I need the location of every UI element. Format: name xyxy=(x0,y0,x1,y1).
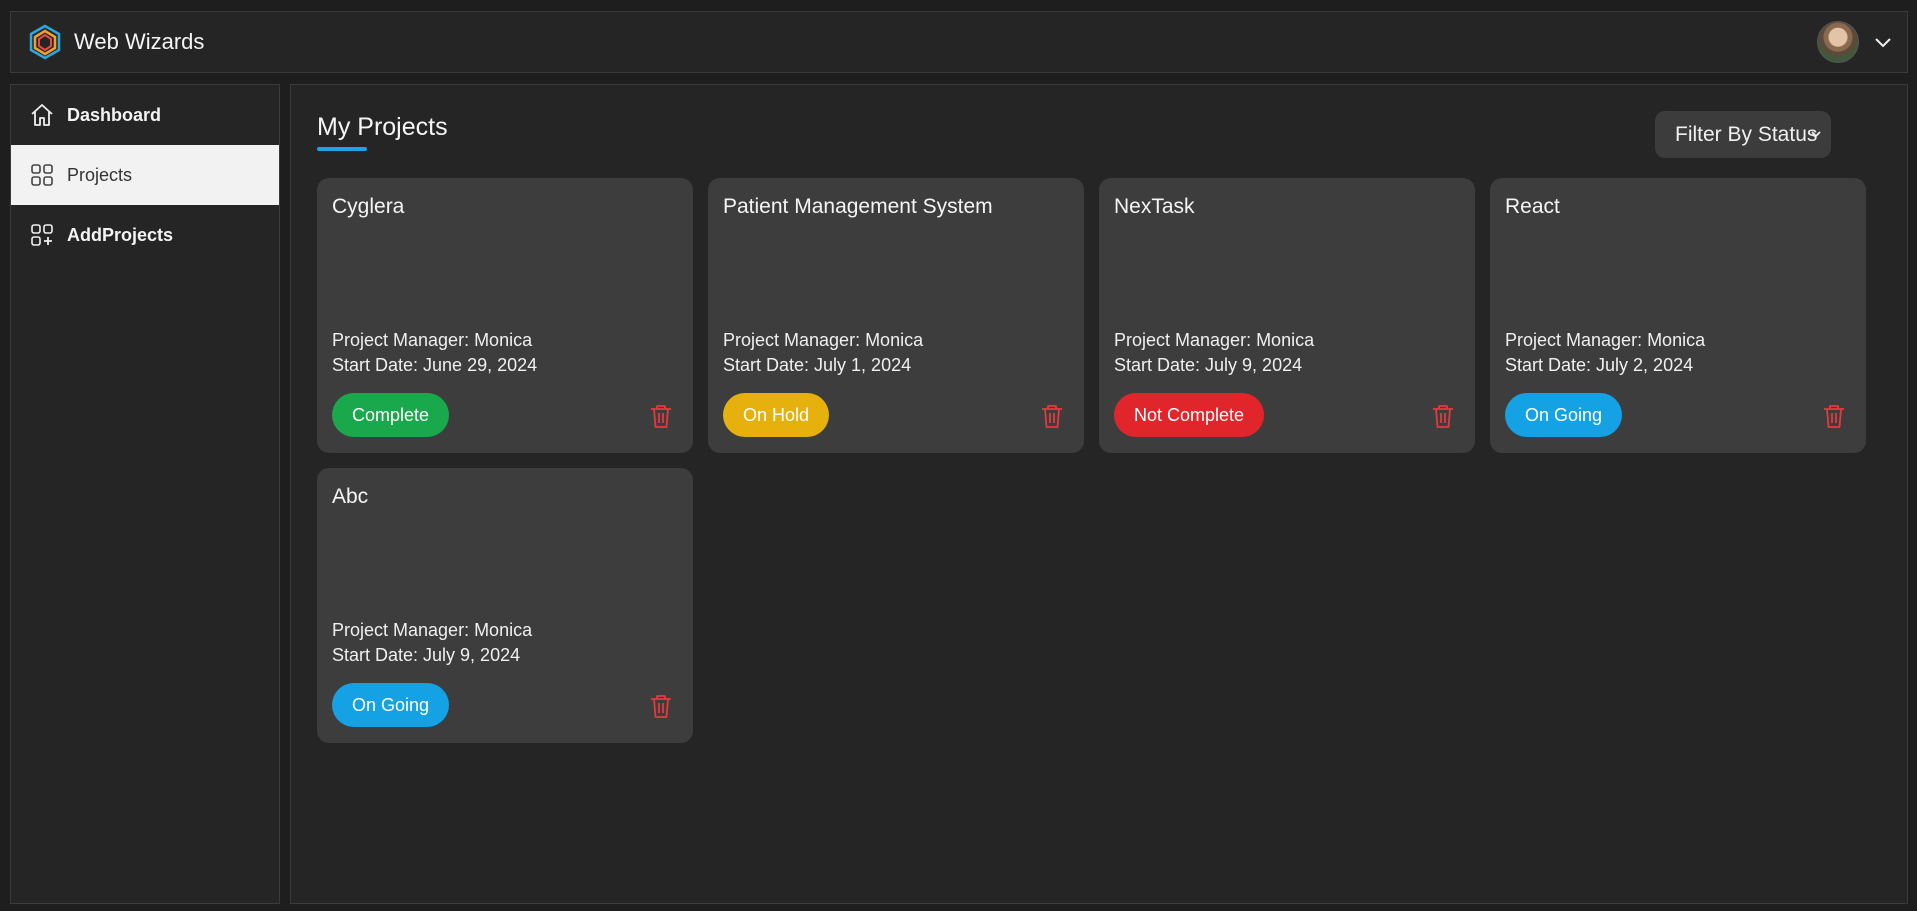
status-badge: On Hold xyxy=(723,393,830,437)
sidebar: Dashboard Projects AddProjects xyxy=(10,84,280,904)
brand[interactable]: Web Wizards xyxy=(27,24,204,60)
project-name: NexTask xyxy=(1114,195,1195,218)
project-name: React xyxy=(1505,195,1560,218)
project-card[interactable]: NexTask Project Manager: Monica Start Da… xyxy=(1099,178,1475,453)
status-badge: Not Complete xyxy=(1114,393,1265,437)
project-manager: Project Manager: Monica xyxy=(332,330,533,350)
sidebar-item-addprojects[interactable]: AddProjects xyxy=(11,205,279,265)
project-manager: Project Manager: Monica xyxy=(1114,330,1315,350)
project-card[interactable]: Abc Project Manager: Monica Start Date: … xyxy=(317,468,693,743)
user-menu[interactable] xyxy=(1817,21,1893,63)
project-start-date: Start Date: July 9, 2024 xyxy=(332,645,521,665)
trash-icon[interactable] xyxy=(647,692,675,720)
status-badge: Complete xyxy=(332,393,450,437)
project-manager: Project Manager: Monica xyxy=(332,620,533,640)
project-name: Abc xyxy=(332,485,369,508)
project-start-date: Start Date: June 29, 2024 xyxy=(332,355,538,375)
project-card[interactable]: Patient Management System Project Manage… xyxy=(708,178,1084,453)
trash-icon[interactable] xyxy=(1820,402,1848,430)
project-start-date: Start Date: July 2, 2024 xyxy=(1505,355,1694,375)
main-panel: My Projects Filter By Status Cyglera Pro… xyxy=(290,84,1908,904)
project-card[interactable]: React Project Manager: Monica Start Date… xyxy=(1490,178,1866,453)
chevron-down-icon xyxy=(1811,131,1821,138)
grid-icon xyxy=(29,162,55,188)
sidebar-item-dashboard[interactable]: Dashboard xyxy=(11,85,279,145)
chevron-down-icon[interactable] xyxy=(1873,32,1893,52)
sidebar-item-projects[interactable]: Projects xyxy=(11,145,279,205)
logo-icon xyxy=(29,24,61,60)
page-title: My Projects xyxy=(317,113,448,141)
status-badge: On Going xyxy=(1505,393,1623,437)
project-manager: Project Manager: Monica xyxy=(723,330,924,350)
grid-plus-icon xyxy=(29,222,55,248)
trash-icon[interactable] xyxy=(1038,402,1066,430)
project-card[interactable]: Cyglera Project Manager: Monica Start Da… xyxy=(317,178,693,453)
project-manager: Project Manager: Monica xyxy=(1505,330,1706,350)
sidebar-item-label: Projects xyxy=(67,164,133,185)
title-underline xyxy=(317,147,367,151)
app-name: Web Wizards xyxy=(74,29,205,54)
filter-label: Filter By Status xyxy=(1675,122,1818,146)
trash-icon[interactable] xyxy=(1429,402,1457,430)
status-badge: On Going xyxy=(332,683,450,727)
project-start-date: Start Date: July 1, 2024 xyxy=(723,355,912,375)
top-bar: Web Wizards xyxy=(10,11,1908,73)
sidebar-item-label: AddProjects xyxy=(67,224,174,245)
home-icon xyxy=(29,102,55,128)
sidebar-item-label: Dashboard xyxy=(67,104,162,125)
project-name: Cyglera xyxy=(332,195,405,218)
filter-status-select[interactable]: Filter By Status xyxy=(1655,111,1831,158)
project-name: Patient Management System xyxy=(723,195,993,218)
project-start-date: Start Date: July 9, 2024 xyxy=(1114,355,1303,375)
avatar[interactable] xyxy=(1817,21,1859,63)
trash-icon[interactable] xyxy=(647,402,675,430)
